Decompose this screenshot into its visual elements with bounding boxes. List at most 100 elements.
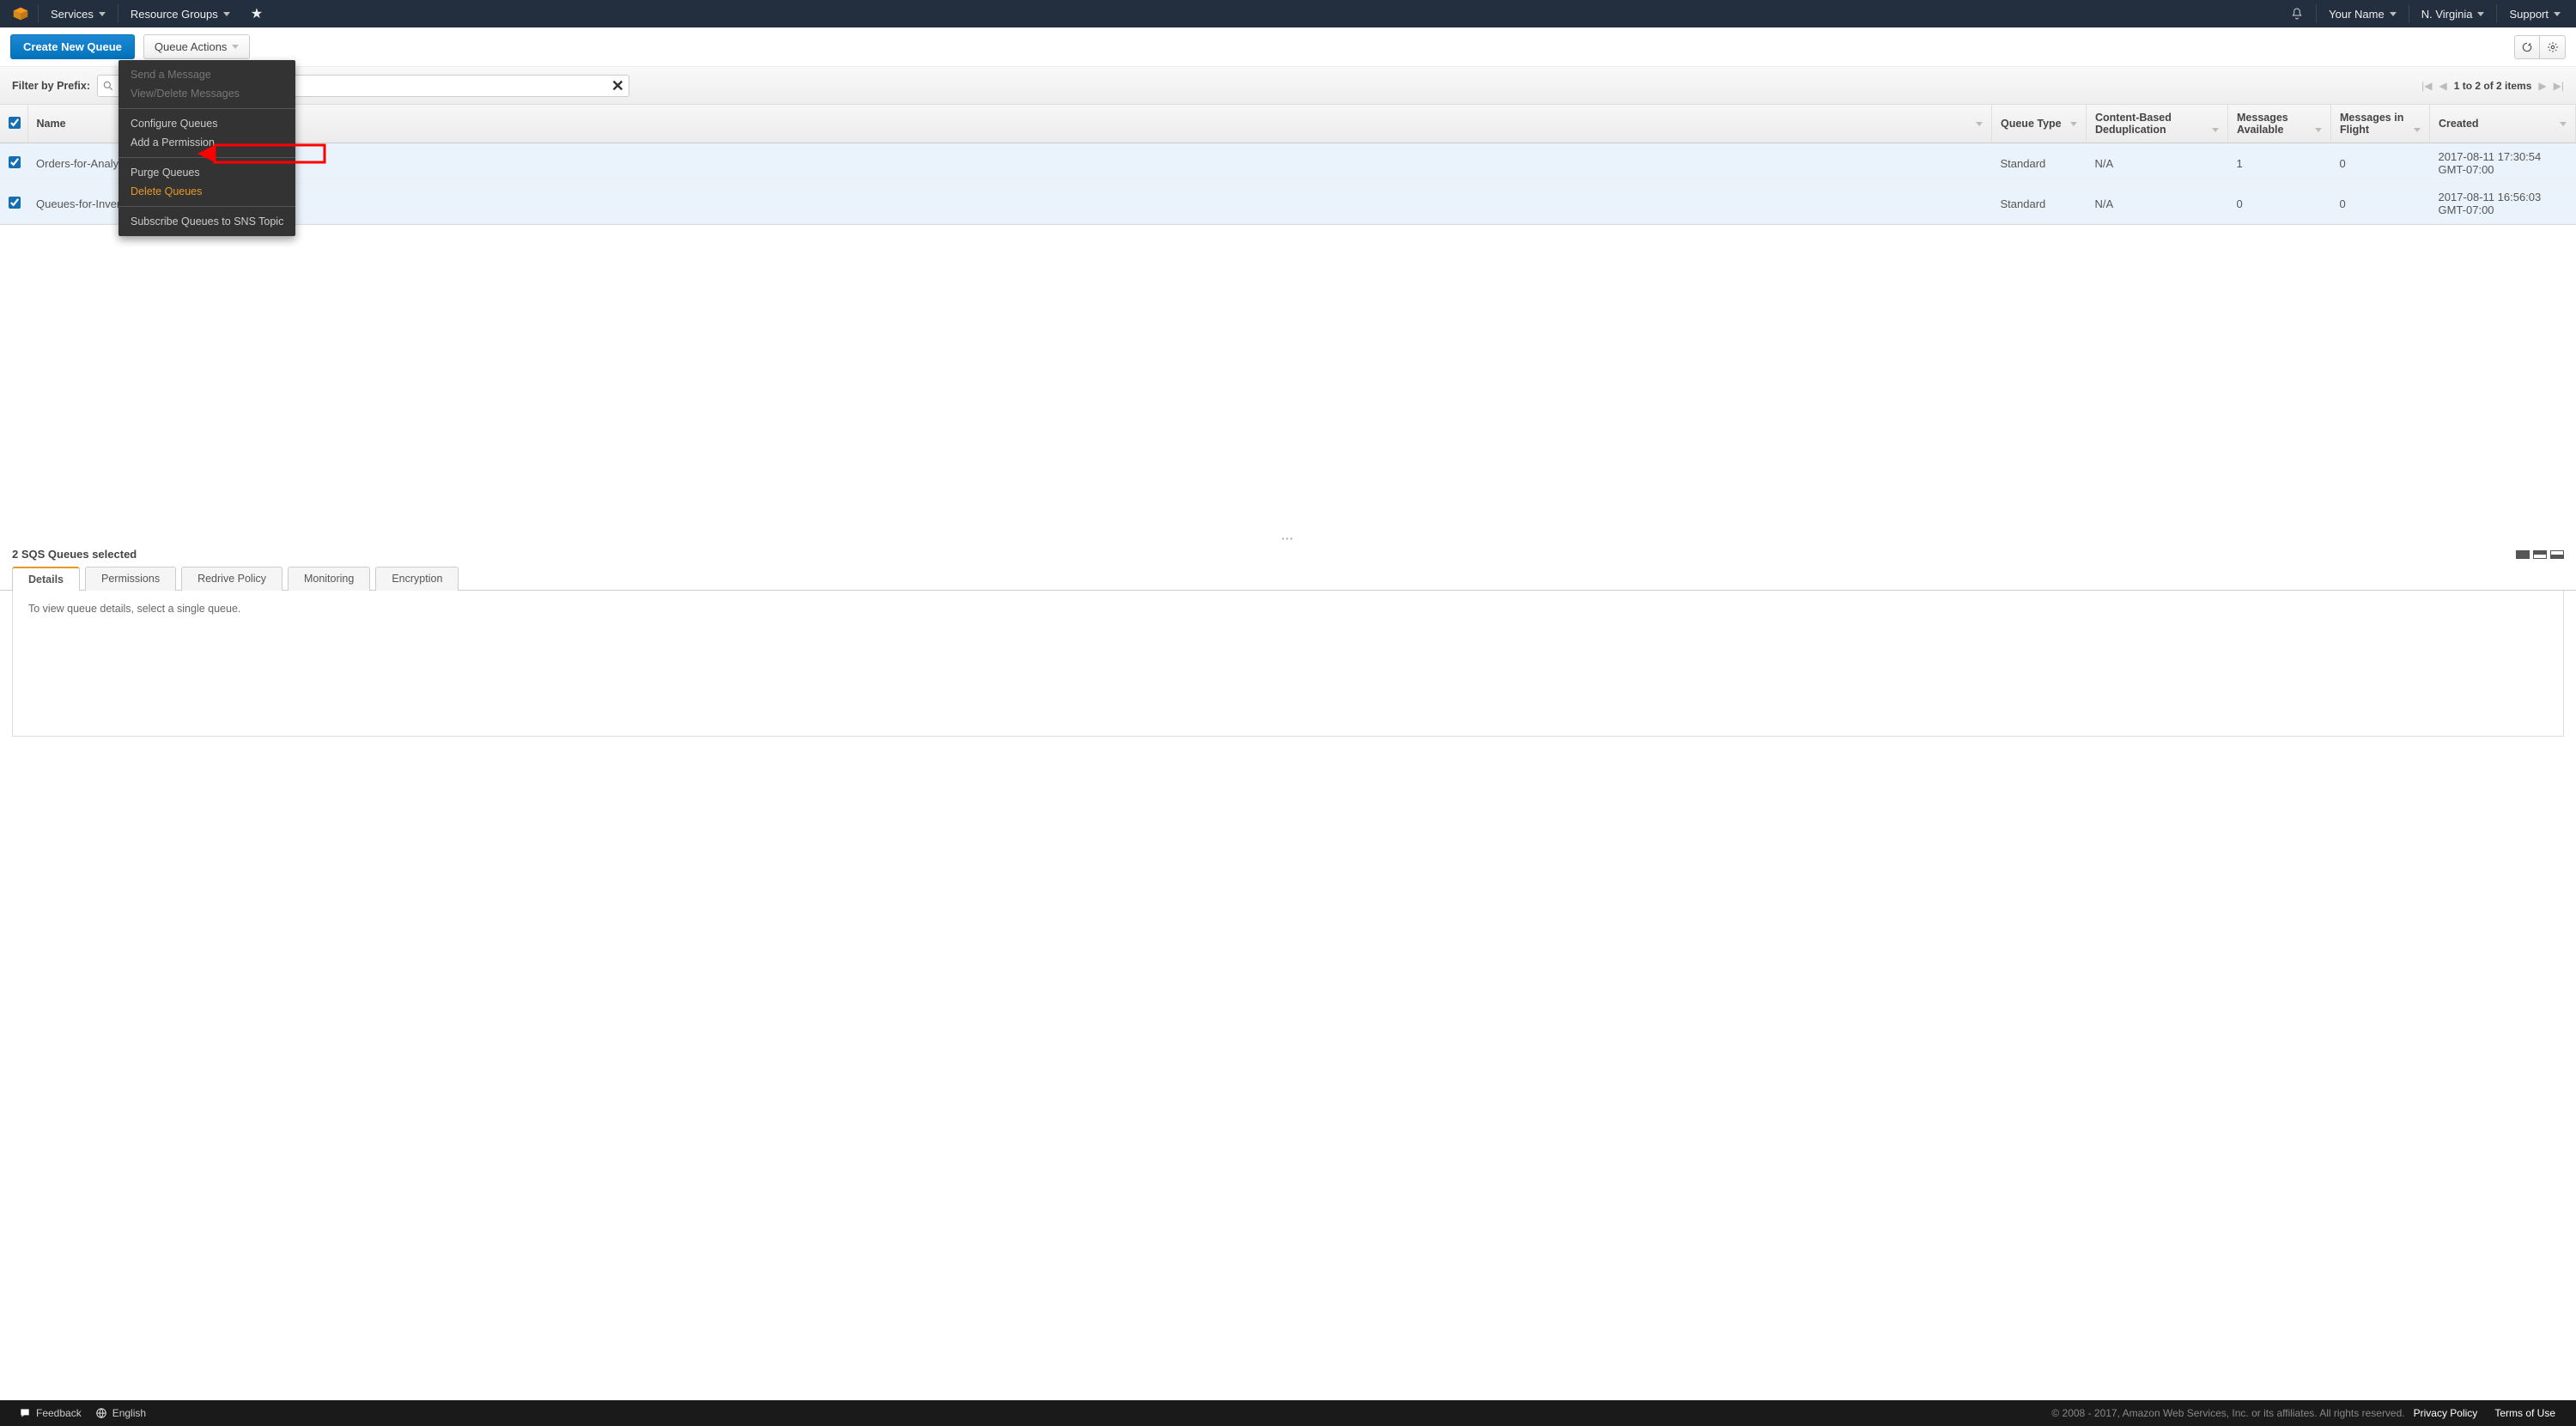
tab-monitoring[interactable]: Monitoring — [288, 567, 370, 591]
tab-encryption[interactable]: Encryption — [375, 567, 459, 591]
details-header: 2 SQS Queues selected — [0, 543, 2576, 566]
global-footer: Feedback English © 2008 - 2017, Amazon W… — [0, 1400, 2576, 1426]
cell-avail: 1 — [2228, 143, 2331, 184]
nav-services-label: Services — [51, 8, 94, 21]
tab-permissions[interactable]: Permissions — [85, 567, 176, 591]
details-tabs: Details Permissions Redrive Policy Monit… — [0, 566, 2576, 591]
menu-purge-queues[interactable]: Purge Queues — [118, 163, 295, 182]
queue-actions-menu: Send a Message View/Delete Messages Conf… — [118, 60, 295, 236]
feedback-button[interactable]: Feedback — [12, 1407, 88, 1419]
row-checkbox[interactable] — [9, 197, 21, 209]
cell-name: Queues-for-Inventory — [27, 184, 1992, 224]
feedback-label: Feedback — [36, 1407, 82, 1419]
cell-dedup: N/A — [2087, 184, 2228, 224]
cell-flight: 0 — [2331, 143, 2430, 184]
menu-view-delete-messages: View/Delete Messages — [118, 84, 295, 103]
nav-notifications[interactable] — [2278, 0, 2316, 27]
menu-configure-queues[interactable]: Configure Queues — [118, 114, 295, 133]
chevron-down-icon — [2560, 122, 2567, 126]
splitter-handle[interactable]: ▪▪▪ — [0, 534, 2576, 543]
cell-name: Orders-for-Analytics — [27, 143, 1992, 184]
chevron-down-icon — [2212, 128, 2219, 132]
nav-resource-groups-label: Resource Groups — [131, 8, 218, 21]
create-queue-button[interactable]: Create New Queue — [10, 34, 135, 59]
filter-label: Filter by Prefix: — [12, 80, 90, 92]
nav-region[interactable]: N. Virginia — [2409, 0, 2497, 27]
nav-support[interactable]: Support — [2497, 0, 2573, 27]
chevron-down-icon — [99, 12, 106, 16]
chevron-down-icon — [232, 45, 239, 49]
cell-created: 2017-08-11 16:56:03 GMT-07:00 — [2430, 184, 2576, 224]
col-checkbox — [0, 105, 27, 143]
nav-user[interactable]: Your Name — [2317, 0, 2409, 27]
language-button[interactable]: English — [88, 1407, 153, 1419]
selection-count: 2 SQS Queues selected — [12, 548, 137, 561]
nav-user-label: Your Name — [2329, 8, 2385, 21]
details-body: To view queue details, select a single q… — [12, 591, 2564, 737]
queue-actions-label: Queue Actions — [155, 40, 228, 53]
tab-details[interactable]: Details — [12, 567, 80, 591]
pin-icon[interactable]: ★ — [242, 5, 271, 22]
chevron-down-icon — [2390, 12, 2397, 16]
cell-dedup: N/A — [2087, 143, 2228, 184]
menu-delete-queues[interactable]: Delete Queues — [118, 182, 295, 201]
privacy-link[interactable]: Privacy Policy — [2405, 1407, 2487, 1419]
queue-actions-button[interactable]: Queue Actions — [143, 34, 251, 59]
table-row[interactable]: Queues-for-Inventory Standard N/A 0 0 20… — [0, 184, 2576, 224]
nav-resource-groups[interactable]: Resource Groups — [118, 0, 242, 27]
cell-created: 2017-08-11 17:30:54 GMT-07:00 — [2430, 143, 2576, 184]
global-nav: Services Resource Groups ★ Your Name N. … — [0, 0, 2576, 27]
refresh-icon — [2521, 41, 2533, 53]
bell-icon — [2290, 7, 2304, 21]
chevron-down-icon — [2554, 12, 2561, 16]
toolbar: Create New Queue Queue Actions — [0, 27, 2576, 67]
details-message: To view queue details, select a single q… — [28, 603, 240, 615]
globe-icon — [95, 1407, 107, 1419]
chevron-down-icon — [223, 12, 230, 16]
chevron-down-icon — [1976, 122, 1983, 126]
tab-redrive[interactable]: Redrive Policy — [181, 567, 283, 591]
col-name[interactable]: Name — [27, 105, 1992, 143]
row-checkbox[interactable] — [9, 156, 21, 168]
menu-add-permission[interactable]: Add a Permission — [118, 133, 295, 152]
refresh-button[interactable] — [2514, 35, 2540, 59]
cell-avail: 0 — [2228, 184, 2331, 224]
chevron-down-icon — [2414, 128, 2421, 132]
col-avail[interactable]: Messages Available — [2228, 105, 2331, 143]
menu-subscribe-sns[interactable]: Subscribe Queues to SNS Topic — [118, 212, 295, 231]
select-all-checkbox[interactable] — [9, 117, 21, 129]
chevron-down-icon — [2315, 128, 2322, 132]
language-label: English — [112, 1407, 146, 1419]
page-first-button[interactable]: |◀ — [2421, 80, 2432, 92]
page-prev-button[interactable]: ◀ — [2439, 80, 2446, 92]
page-last-button[interactable]: ▶| — [2554, 80, 2564, 92]
gear-icon — [2547, 41, 2559, 53]
table-row[interactable]: Orders-for-Analytics Standard N/A 1 0 20… — [0, 143, 2576, 184]
speech-bubble-icon — [19, 1407, 31, 1419]
terms-link[interactable]: Terms of Use — [2486, 1407, 2564, 1419]
filter-bar: Filter by Prefix: ✕ |◀ ◀ 1 to 2 of 2 ite… — [0, 67, 2576, 105]
col-queue-type[interactable]: Queue Type — [1992, 105, 2087, 143]
settings-button[interactable] — [2540, 35, 2566, 59]
col-created[interactable]: Created — [2430, 105, 2576, 143]
pager: |◀ ◀ 1 to 2 of 2 items ▶ ▶| — [2421, 80, 2564, 92]
layout-bottom-button[interactable] — [2550, 550, 2564, 559]
col-flight[interactable]: Messages in Flight — [2331, 105, 2430, 143]
search-icon — [102, 80, 114, 92]
cell-type: Standard — [1992, 184, 2087, 224]
nav-services[interactable]: Services — [39, 0, 118, 27]
copyright-text: © 2008 - 2017, Amazon Web Services, Inc.… — [2051, 1407, 2404, 1419]
nav-region-label: N. Virginia — [2421, 8, 2473, 21]
clear-filter-button[interactable]: ✕ — [611, 78, 624, 94]
aws-logo[interactable] — [3, 0, 38, 27]
page-next-button[interactable]: ▶ — [2538, 80, 2546, 92]
queue-table: Name Queue Type Content-Based Deduplicat… — [0, 105, 2576, 225]
menu-send-message: Send a Message — [118, 65, 295, 84]
cell-type: Standard — [1992, 143, 2087, 184]
cell-flight: 0 — [2331, 184, 2430, 224]
pager-text: 1 to 2 of 2 items — [2454, 80, 2532, 92]
layout-split-button[interactable] — [2533, 550, 2547, 559]
layout-top-button[interactable] — [2516, 550, 2530, 559]
col-dedup[interactable]: Content-Based Deduplication — [2087, 105, 2228, 143]
chevron-down-icon — [2477, 12, 2484, 16]
